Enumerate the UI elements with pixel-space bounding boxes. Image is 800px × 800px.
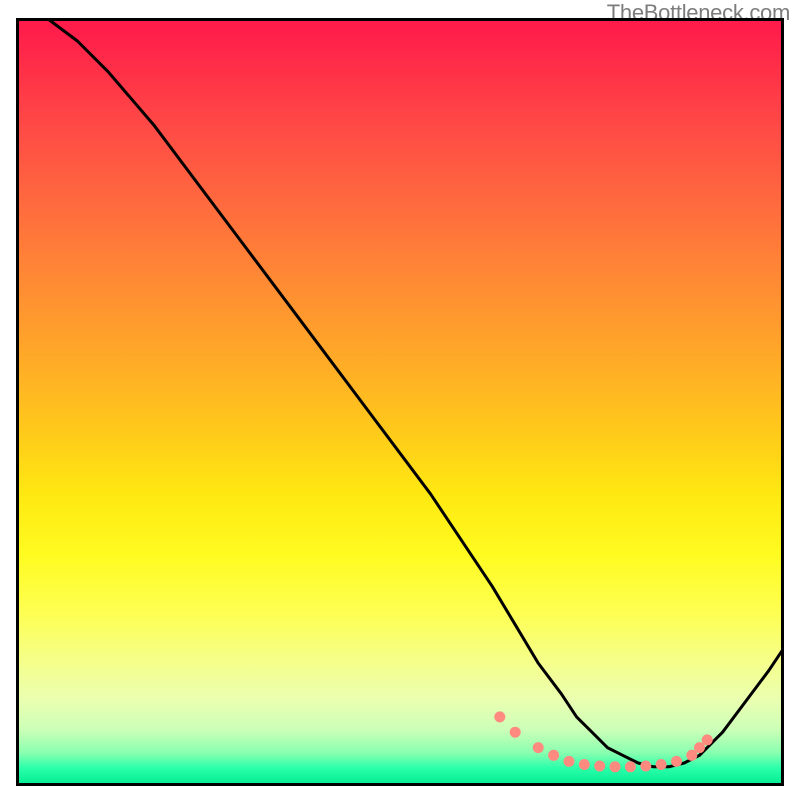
chart-container: TheBottleneck.com	[0, 0, 800, 800]
plot-gradient-area	[16, 18, 784, 786]
